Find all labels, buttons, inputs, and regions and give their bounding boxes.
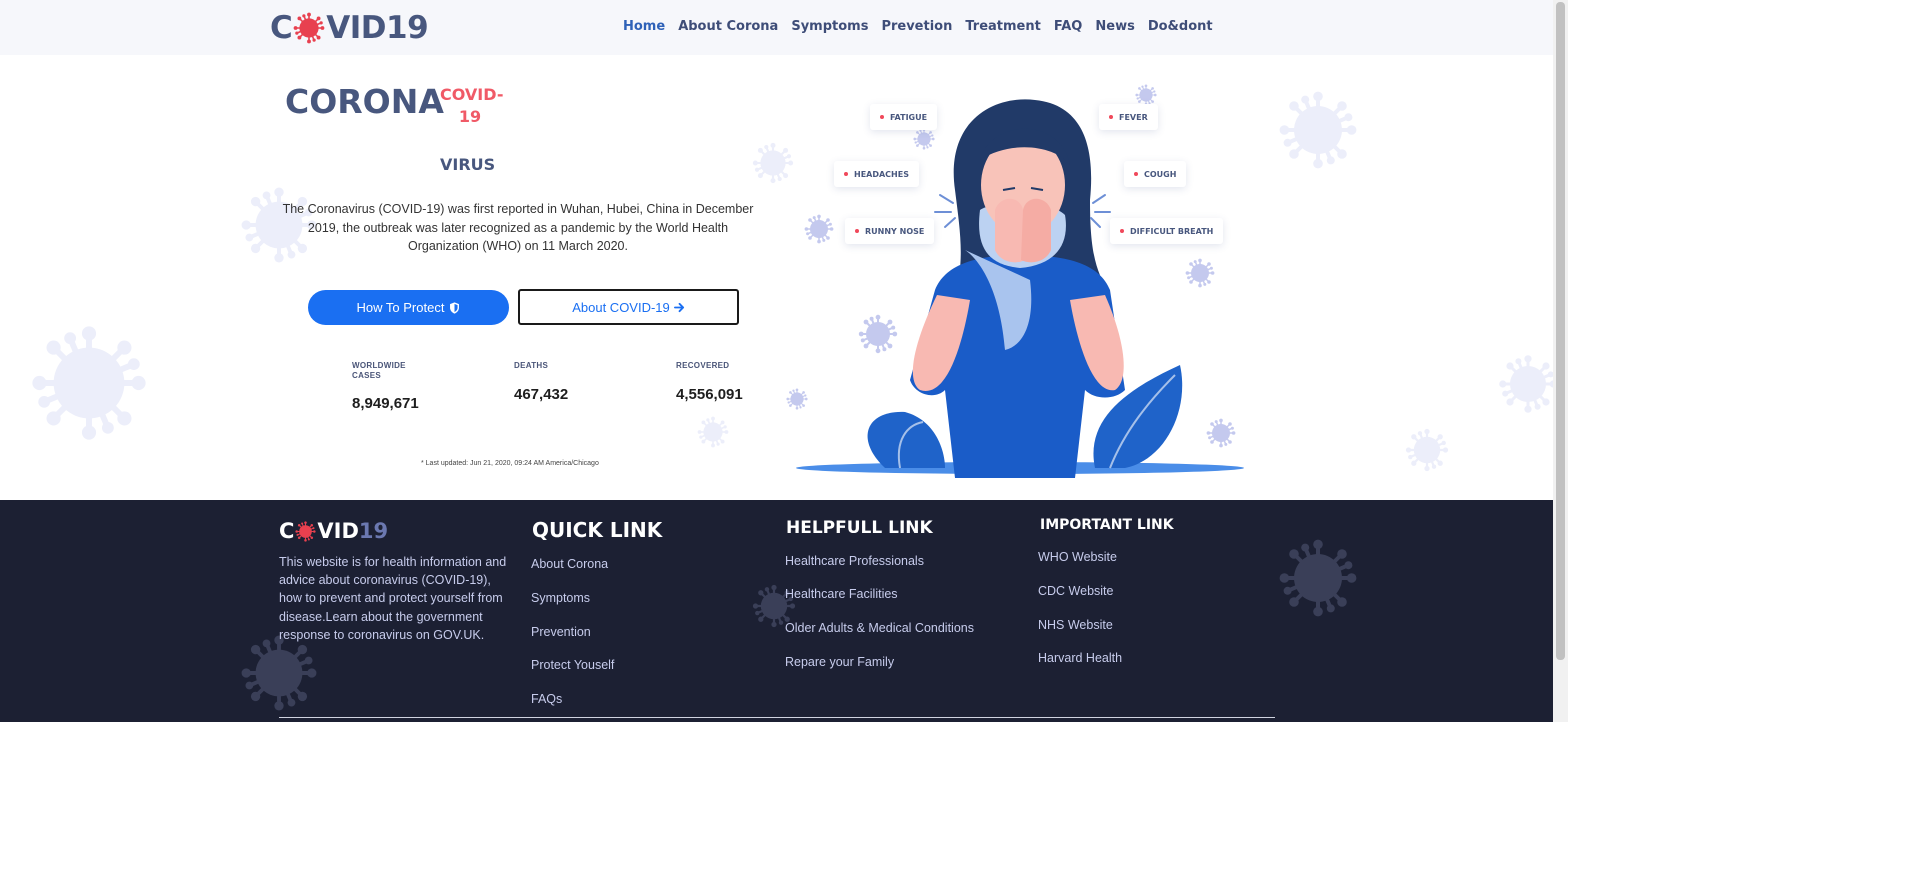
stat-recovered-value: 4,556,091: [676, 386, 743, 403]
footer-link-harvard[interactable]: Harvard Health: [1038, 651, 1122, 665]
symptom-runny-nose: RUNNY NOSE: [845, 218, 935, 244]
nav-about-corona[interactable]: About Corona: [678, 19, 778, 34]
bg-virus-icon: [1405, 428, 1449, 472]
footer-divider: [279, 717, 1275, 718]
bg-virus-icon: [1278, 538, 1358, 618]
dot-icon: [1109, 115, 1113, 119]
page-scrollbar[interactable]: [1553, 0, 1568, 722]
bg-virus-icon: [1278, 90, 1358, 170]
symptom-fatigue: FATIGUE: [870, 104, 938, 130]
how-to-protect-button[interactable]: How To Protect: [308, 290, 509, 325]
last-updated: * Last updated: Jun 21, 2020, 09:24 AM A…: [421, 460, 599, 467]
logo-text-left: C: [270, 10, 293, 46]
bg-virus-icon: [697, 416, 729, 448]
symptom-label: RUNNY NOSE: [865, 226, 925, 236]
nav-treatment[interactable]: Treatment: [965, 19, 1041, 34]
virus-logo-icon: [295, 521, 316, 542]
footer-link-healthcare-facilities[interactable]: Healthcare Facilities: [785, 587, 898, 601]
dot-icon: [1134, 172, 1138, 176]
dot-icon: [880, 115, 884, 119]
site-logo[interactable]: C VID19: [270, 8, 429, 48]
hero-badge: COVID-19: [440, 85, 504, 126]
bg-virus-icon: [1498, 324, 1558, 444]
footer-logo[interactable]: C VID 19: [279, 519, 388, 543]
stat-recovered-label: RECOVERED: [676, 361, 730, 370]
bg-virus-icon: [752, 142, 794, 184]
nav-news[interactable]: News: [1095, 19, 1134, 34]
symptom-label: COUGH: [1144, 169, 1177, 179]
shield-icon: [450, 301, 460, 314]
symptom-cough: COUGH: [1124, 161, 1187, 187]
stat-cases-value: 8,949,671: [352, 395, 419, 412]
symptom-label: DIFFICULT BREATH: [1130, 226, 1214, 236]
main-nav: Home About Corona Symptoms Prevetion Tre…: [623, 19, 1226, 34]
woman-sneezing-illustration: [796, 99, 1244, 478]
hero-title: CORONA: [285, 82, 444, 121]
footer-logo-left: C: [279, 519, 295, 543]
quick-link-heading: QUICK LINK: [532, 518, 663, 542]
symptom-label: HEADACHES: [854, 169, 909, 179]
symptom-fever: FEVER: [1099, 104, 1158, 130]
nav-home[interactable]: Home: [623, 19, 665, 34]
footer-link-symptoms[interactable]: Symptoms: [531, 591, 590, 605]
footer-link-healthcare-professionals[interactable]: Healthcare Professionals: [785, 554, 924, 568]
site-header: C VID19 Home About Corona Symptoms Preve…: [0, 0, 1553, 55]
nav-do-dont[interactable]: Do&dont: [1148, 19, 1213, 34]
dot-icon: [844, 172, 848, 176]
important-link-heading: IMPORTANT LINK: [1040, 517, 1174, 533]
virus-logo-icon: [293, 12, 325, 44]
footer-link-faqs[interactable]: FAQs: [531, 692, 562, 706]
footer-link-older-adults[interactable]: Older Adults & Medical Conditions: [785, 621, 974, 635]
logo-text-right: VID19: [326, 10, 429, 46]
how-to-protect-label: How To Protect: [356, 300, 445, 315]
footer-link-prevention[interactable]: Prevention: [531, 625, 591, 639]
footer-description: This website is for health information a…: [279, 555, 507, 642]
bg-virus-icon: [30, 324, 148, 442]
stat-cases-label: WORLDWIDE CASES: [352, 361, 406, 380]
symptom-headaches: HEADACHES: [834, 161, 919, 187]
stat-deaths-label: DEATHS: [514, 361, 549, 370]
about-covid-button[interactable]: About COVID-19: [518, 289, 739, 325]
dot-icon: [855, 229, 859, 233]
hero-subtitle: VIRUS: [440, 155, 496, 174]
symptom-label: FATIGUE: [890, 112, 928, 122]
nav-symptoms[interactable]: Symptoms: [791, 19, 868, 34]
helpful-link-heading: HELPFULL LINK: [786, 518, 933, 538]
footer-link-cdc[interactable]: CDC Website: [1038, 584, 1113, 598]
footer-logo-mid: VID: [317, 519, 359, 543]
about-covid-label: About COVID-19: [572, 299, 670, 315]
symptom-label: FEVER: [1119, 112, 1148, 122]
hero-intro: The Coronavirus (COVID-19) was first rep…: [282, 202, 754, 253]
stat-deaths-value: 467,432: [514, 386, 569, 403]
bg-virus-icon: [240, 634, 318, 712]
dot-icon: [1120, 229, 1124, 233]
scrollbar-thumb[interactable]: [1556, 2, 1565, 660]
footer-link-protect-yourself[interactable]: Protect Youself: [531, 658, 614, 672]
footer-logo-right: 19: [358, 519, 389, 543]
footer-link-who[interactable]: WHO Website: [1038, 550, 1117, 564]
nav-prevention[interactable]: Prevetion: [881, 19, 952, 34]
nav-faq[interactable]: FAQ: [1054, 19, 1083, 34]
arrow-right-icon: [673, 302, 684, 312]
footer-link-about-corona[interactable]: About Corona: [531, 557, 608, 571]
footer-link-nhs[interactable]: NHS Website: [1038, 618, 1113, 632]
symptom-difficult-breath: DIFFICULT BREATH: [1110, 218, 1224, 244]
footer-link-repare-family[interactable]: Repare your Family: [785, 655, 894, 669]
